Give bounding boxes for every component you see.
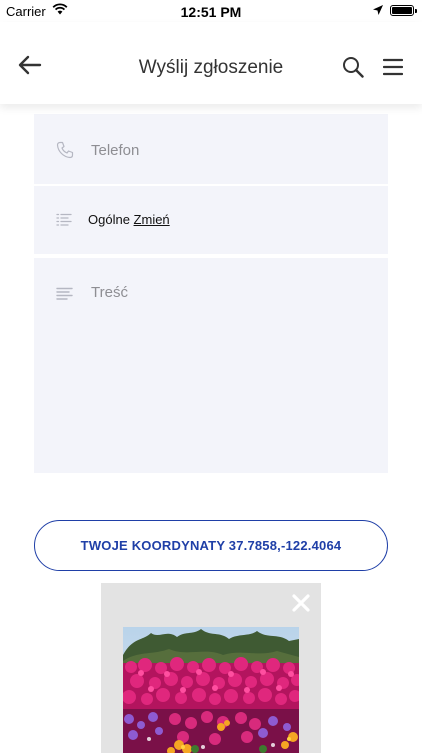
content-textarea[interactable]: Treść [34,258,388,473]
phone-placeholder: Telefon [91,142,140,159]
search-icon[interactable] [342,56,364,78]
hamburger-menu-icon[interactable] [383,58,403,76]
coordinates-button[interactable]: TWOJE KOORDYNATY 37.7858,-122.4064 [34,520,388,571]
phone-icon [56,141,74,159]
battery-icon [390,5,417,16]
flowers-photo [123,627,299,753]
category-field: Ogólne Zmień [34,186,388,254]
category-value: Ogólne [88,212,130,227]
clock-time: 12:51 PM [180,4,242,20]
location-arrow-icon [373,5,383,15]
phone-field[interactable]: Telefon [34,114,388,184]
status-bar: Carrier 12:51 PM [0,0,422,22]
close-icon[interactable] [291,593,311,613]
category-change-link[interactable]: Zmień [134,212,170,227]
text-lines-icon [56,287,73,300]
category-value-row: Ogólne Zmień [88,212,170,227]
content-placeholder: Treść [91,284,128,301]
list-icon [56,213,72,226]
navigation-bar: Wyślij zgłoszenie [0,22,422,104]
photo-preview [101,583,321,753]
coordinates-button-label: TWOJE KOORDYNATY 37.7858,-122.4064 [80,538,342,553]
